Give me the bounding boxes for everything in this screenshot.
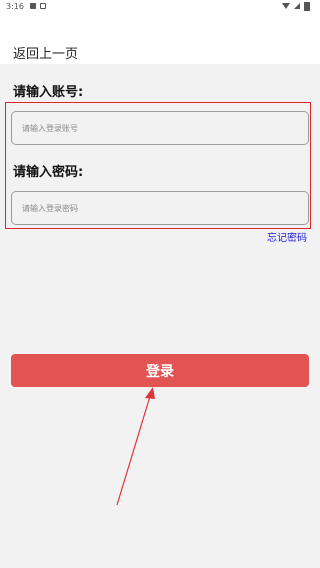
top-bar: 返回上一页 [0, 14, 320, 64]
back-button[interactable]: 返回上一页 [13, 43, 78, 62]
status-bar: 3:16 [0, 0, 320, 14]
account-label: 请输入账号: [13, 85, 84, 100]
signal-icon [294, 3, 300, 9]
password-label: 请输入密码: [13, 165, 84, 180]
image-icon [30, 3, 36, 9]
forgot-password-link[interactable]: 忘记密码 [267, 229, 307, 244]
wifi-icon [282, 3, 290, 9]
battery-icon [304, 2, 310, 11]
login-button[interactable]: 登录 [11, 354, 309, 387]
password-input[interactable] [11, 191, 309, 225]
status-time: 3:16 [6, 2, 24, 11]
account-input[interactable] [11, 111, 309, 145]
notification-icon [40, 3, 46, 9]
